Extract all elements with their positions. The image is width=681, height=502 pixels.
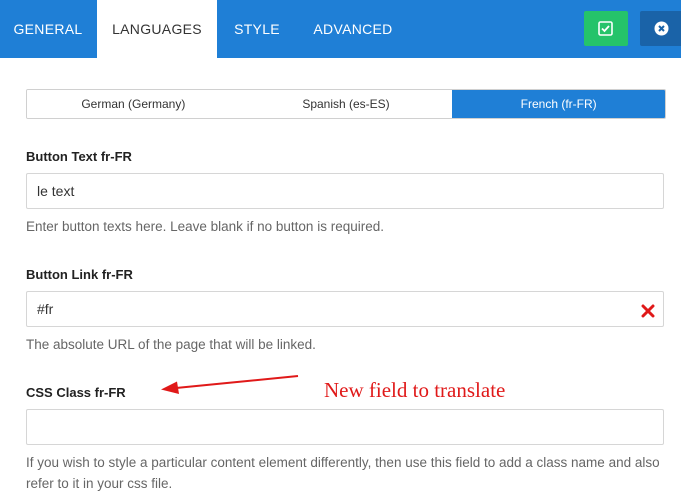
language-tabs: German (Germany) Spanish (es-ES) French … [26,89,666,119]
lang-tab-spanish[interactable]: Spanish (es-ES) [239,90,453,118]
button-link-input[interactable] [26,291,664,327]
css-class-label: CSS Class fr-FR [26,385,126,400]
annotation-text: New field to translate [324,378,506,402]
css-class-help: If you wish to style a particular conten… [26,455,660,491]
tab-languages[interactable]: LANGUAGES [97,0,217,58]
button-text-help: Enter button texts here. Leave blank if … [26,219,384,234]
lang-tab-french[interactable]: French (fr-FR) [452,90,665,118]
save-button[interactable] [584,11,628,46]
tab-advanced[interactable]: ADVANCED [307,0,399,58]
clear-icon[interactable] [641,304,655,323]
tab-general[interactable]: GENERAL [0,0,96,58]
close-circle-icon [654,21,669,36]
button-link-label: Button Link fr-FR [26,267,133,282]
button-text-label: Button Text fr-FR [26,149,132,164]
button-link-help: The absolute URL of the page that will b… [26,337,316,352]
annotation-arrow-icon [161,375,299,394]
css-class-input[interactable] [26,409,664,445]
lang-tab-german[interactable]: German (Germany) [27,90,240,118]
button-text-input[interactable] [26,173,664,209]
close-button[interactable] [640,11,681,46]
check-square-icon [598,21,613,36]
top-bar: GENERAL LANGUAGES STYLE ADVANCED [0,0,681,58]
tab-style[interactable]: STYLE [227,0,287,58]
